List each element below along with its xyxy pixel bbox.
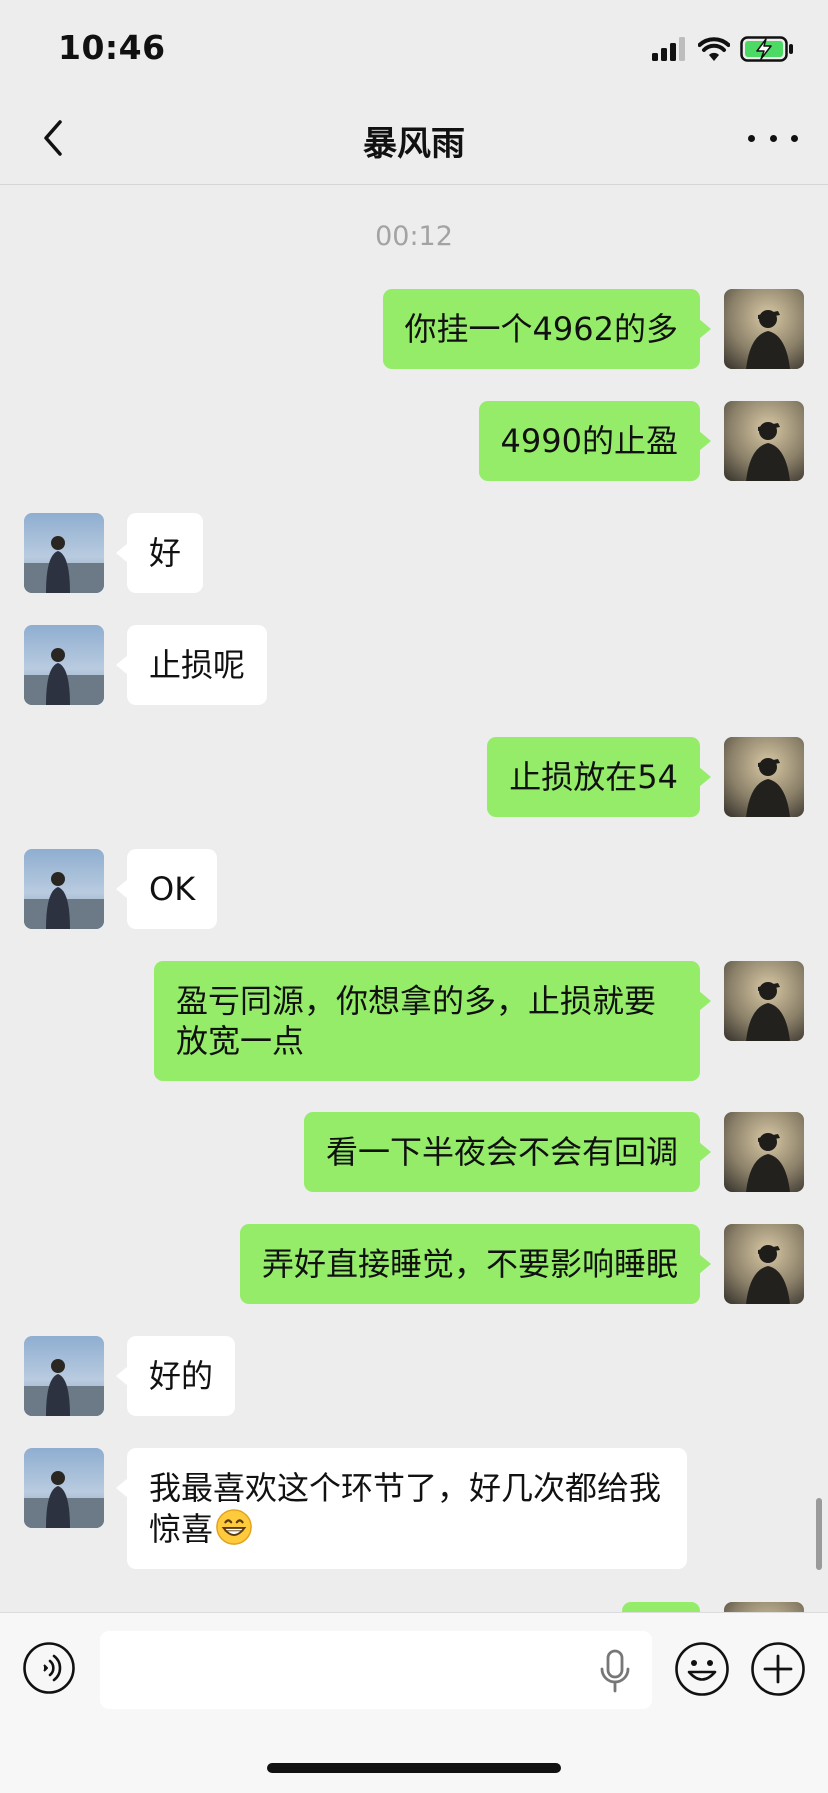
- cellular-signal-icon: [652, 37, 685, 61]
- scroll-indicator[interactable]: [816, 1498, 822, 1570]
- my-avatar[interactable]: [724, 737, 804, 817]
- sent-message-bubble[interactable]: 4990的止盈: [478, 401, 712, 481]
- more-dot-icon: [791, 134, 798, 142]
- received-message-bubble[interactable]: 我最喜欢这个环节了，好几次都给我惊喜: [116, 1448, 687, 1569]
- more-options-button[interactable]: [748, 120, 798, 156]
- my-avatar[interactable]: [724, 289, 804, 369]
- more-dot-icon: [769, 134, 777, 142]
- status-time: 10:46: [58, 28, 166, 67]
- contact-avatar[interactable]: [24, 625, 104, 705]
- emoji-button[interactable]: [674, 1641, 730, 1697]
- home-indicator[interactable]: [267, 1763, 561, 1773]
- my-avatar[interactable]: [724, 961, 804, 1041]
- my-avatar[interactable]: [724, 1224, 804, 1304]
- sent-message-bubble[interactable]: 盈亏同源，你想拿的多，止损就要放宽一点: [154, 961, 711, 1081]
- sent-message-bubble[interactable]: 弄好直接睡觉，不要影响睡眠: [239, 1224, 712, 1304]
- more-functions-button[interactable]: [750, 1641, 806, 1697]
- chat-header: 暴风雨: [0, 92, 828, 185]
- wifi-icon: [698, 37, 730, 61]
- contact-avatar[interactable]: [24, 1448, 104, 1528]
- received-message-bubble[interactable]: 好: [115, 513, 204, 593]
- voice-wave-icon: [23, 1642, 75, 1694]
- plus-circle-icon: [751, 1642, 805, 1696]
- received-message-bubble[interactable]: 止损呢: [115, 625, 268, 705]
- received-message-bubble[interactable]: 好的: [115, 1336, 236, 1416]
- my-avatar[interactable]: [724, 1602, 804, 1612]
- chat-title: 暴风雨: [363, 124, 465, 164]
- smiley-face-icon: [675, 1642, 729, 1696]
- my-avatar[interactable]: [724, 1112, 804, 1192]
- sent-message-bubble[interactable]: 止损放在54: [487, 737, 711, 817]
- my-avatar[interactable]: [724, 401, 804, 481]
- sent-message-bubble[interactable]: 你挂一个4962的多: [382, 289, 712, 369]
- message-timestamp: 00:12: [375, 221, 453, 252]
- grinning-face-emoji-icon: [216, 1509, 252, 1545]
- voice-input-toggle-button[interactable]: [22, 1641, 76, 1695]
- status-icons: [652, 34, 794, 64]
- status-bar: 10:46: [0, 0, 828, 92]
- contact-avatar[interactable]: [24, 849, 104, 929]
- microphone-icon[interactable]: [598, 1649, 632, 1693]
- chat-area[interactable]: 00:12 你挂一个4962的多 4990的止盈 好 止损呢 止损放在54 OK…: [0, 185, 828, 1612]
- received-message-bubble[interactable]: OK: [115, 849, 218, 929]
- message-input-bar: [0, 1612, 828, 1793]
- message-text-input[interactable]: [100, 1631, 652, 1709]
- contact-avatar[interactable]: [24, 513, 104, 593]
- sent-message-bubble-partial[interactable]: [622, 1602, 700, 1612]
- sent-message-bubble[interactable]: 看一下半夜会不会有回调: [303, 1112, 712, 1192]
- contact-avatar[interactable]: [24, 1336, 104, 1416]
- battery-charging-icon: [740, 36, 793, 62]
- more-dot-icon: [748, 134, 755, 142]
